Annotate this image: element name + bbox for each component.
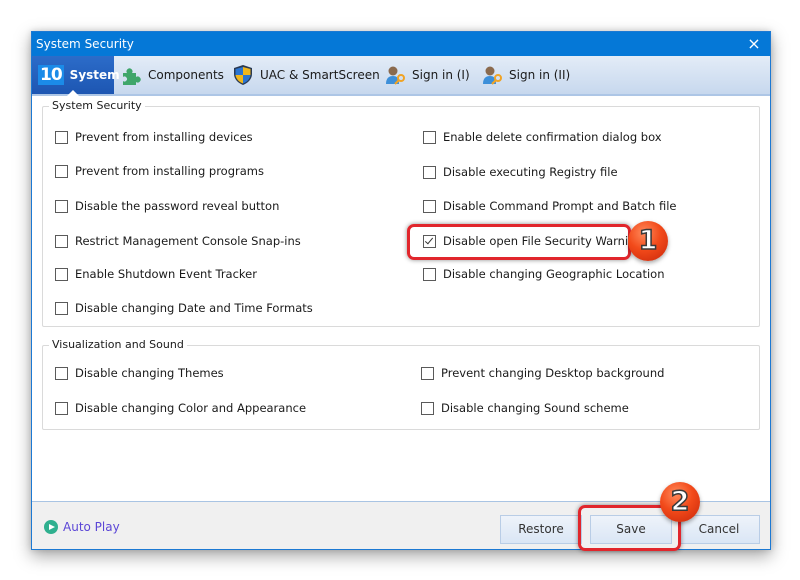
checkbox-disable-command-prompt[interactable]: Disable Command Prompt and Batch file bbox=[423, 199, 677, 213]
windows-10-logo-icon: 10 bbox=[38, 65, 64, 85]
puzzle-piece-icon bbox=[120, 64, 142, 86]
checkbox-box[interactable] bbox=[55, 267, 68, 281]
checkbox-box[interactable] bbox=[55, 301, 68, 315]
checkbox-prevent-desktop-background[interactable]: Prevent changing Desktop background bbox=[421, 366, 664, 380]
checkbox-prevent-installing-devices[interactable]: Prevent from installing devices bbox=[55, 130, 253, 144]
checkbox-label: Prevent from installing devices bbox=[75, 130, 253, 144]
save-button[interactable]: Save bbox=[590, 515, 672, 544]
checkbox-disable-color-appearance[interactable]: Disable changing Color and Appearance bbox=[55, 401, 306, 415]
checkbox-box[interactable] bbox=[423, 267, 436, 281]
uac-shield-icon bbox=[232, 64, 254, 86]
checkbox-box[interactable] bbox=[55, 366, 68, 380]
user-key-icon bbox=[481, 64, 503, 86]
tab-sign-in-1[interactable]: Sign in (I) bbox=[384, 56, 470, 94]
checkbox-box[interactable] bbox=[423, 199, 436, 213]
checkbox-label: Disable changing Geographic Location bbox=[443, 267, 665, 281]
checkbox-box-checked[interactable] bbox=[423, 234, 436, 248]
tab-sign-in-2[interactable]: Sign in (II) bbox=[481, 56, 570, 94]
tab-label: System bbox=[69, 68, 120, 82]
checkbox-label: Disable changing Themes bbox=[75, 366, 224, 380]
window-title: System Security bbox=[36, 37, 134, 51]
checkbox-label: Disable the password reveal button bbox=[75, 199, 280, 213]
auto-play-label: Auto Play bbox=[63, 520, 120, 534]
tab-system[interactable]: 10 System bbox=[32, 56, 120, 96]
checkbox-label: Disable Command Prompt and Batch file bbox=[443, 199, 677, 213]
user-key-icon bbox=[384, 64, 406, 86]
checkbox-box[interactable] bbox=[421, 366, 434, 380]
checkbox-box[interactable] bbox=[55, 401, 68, 415]
checkbox-label: Disable changing Color and Appearance bbox=[75, 401, 307, 415]
close-icon[interactable]: × bbox=[744, 32, 764, 56]
checkbox-disable-date-time-formats[interactable]: Disable changing Date and Time Formats bbox=[55, 301, 313, 315]
checkbox-disable-password-reveal[interactable]: Disable the password reveal button bbox=[55, 199, 279, 213]
checkbox-label: Prevent from installing programs bbox=[75, 164, 264, 178]
group-legend: System Security bbox=[49, 99, 145, 112]
checkbox-restrict-mmc-snapins[interactable]: Restrict Management Console Snap-ins bbox=[55, 234, 301, 248]
checkbox-label: Disable changing Date and Time Formats bbox=[75, 301, 313, 315]
checkbox-label: Prevent changing Desktop background bbox=[441, 366, 665, 380]
checkbox-label: Enable Shutdown Event Tracker bbox=[75, 267, 257, 281]
tab-bar: 10 System Components UAC & SmartScreen S… bbox=[32, 56, 770, 96]
tab-components[interactable]: Components bbox=[120, 56, 224, 94]
system-security-window: System Security × 10 System Components U… bbox=[31, 31, 771, 550]
cancel-button[interactable]: Cancel bbox=[678, 515, 760, 544]
checkbox-disable-registry-file[interactable]: Disable executing Registry file bbox=[423, 165, 618, 179]
checkbox-disable-themes[interactable]: Disable changing Themes bbox=[55, 366, 224, 380]
checkbox-box[interactable] bbox=[421, 401, 434, 415]
tab-label: UAC & SmartScreen bbox=[260, 68, 380, 82]
checkbox-disable-geographic-location[interactable]: Disable changing Geographic Location bbox=[423, 267, 665, 281]
checkbox-label: Restrict Management Console Snap-ins bbox=[75, 234, 301, 248]
visualization-sound-group: Visualization and Sound Disable changing… bbox=[42, 338, 760, 430]
checkbox-shutdown-event-tracker[interactable]: Enable Shutdown Event Tracker bbox=[55, 267, 257, 281]
checkbox-label: Disable executing Registry file bbox=[443, 165, 618, 179]
step-badge-1: 1 bbox=[628, 221, 668, 261]
checkbox-box[interactable] bbox=[423, 130, 436, 144]
tab-uac-smartscreen[interactable]: UAC & SmartScreen bbox=[232, 56, 380, 94]
play-icon bbox=[44, 520, 58, 534]
checkbox-box[interactable] bbox=[55, 164, 68, 178]
checkbox-prevent-installing-programs[interactable]: Prevent from installing programs bbox=[55, 164, 264, 178]
checkbox-disable-sound-scheme[interactable]: Disable changing Sound scheme bbox=[421, 401, 629, 415]
system-security-group: System Security Prevent from installing … bbox=[42, 99, 760, 327]
restore-button[interactable]: Restore bbox=[500, 515, 582, 544]
tab-label: Components bbox=[148, 68, 224, 82]
title-bar: System Security × bbox=[32, 32, 770, 56]
tab-label: Sign in (II) bbox=[509, 68, 571, 82]
checkbox-box[interactable] bbox=[55, 130, 68, 144]
checkbox-disable-file-security-warning[interactable]: Disable open File Security Warning bbox=[423, 234, 643, 248]
checkbox-box[interactable] bbox=[423, 165, 436, 179]
checkbox-delete-confirmation[interactable]: Enable delete confirmation dialog box bbox=[423, 130, 662, 144]
checkbox-label: Enable delete confirmation dialog box bbox=[443, 130, 662, 144]
step-badge-2: 2 bbox=[660, 482, 700, 522]
checkbox-box[interactable] bbox=[55, 234, 68, 248]
group-legend: Visualization and Sound bbox=[49, 338, 187, 351]
checkbox-label: Disable changing Sound scheme bbox=[441, 401, 629, 415]
checkbox-label: Disable open File Security Warning bbox=[443, 234, 643, 248]
dialog-footer: Auto Play Restore Save Cancel bbox=[32, 501, 770, 549]
auto-play-link[interactable]: Auto Play bbox=[44, 520, 120, 534]
checkbox-box[interactable] bbox=[55, 199, 68, 213]
tab-label: Sign in (I) bbox=[412, 68, 470, 82]
